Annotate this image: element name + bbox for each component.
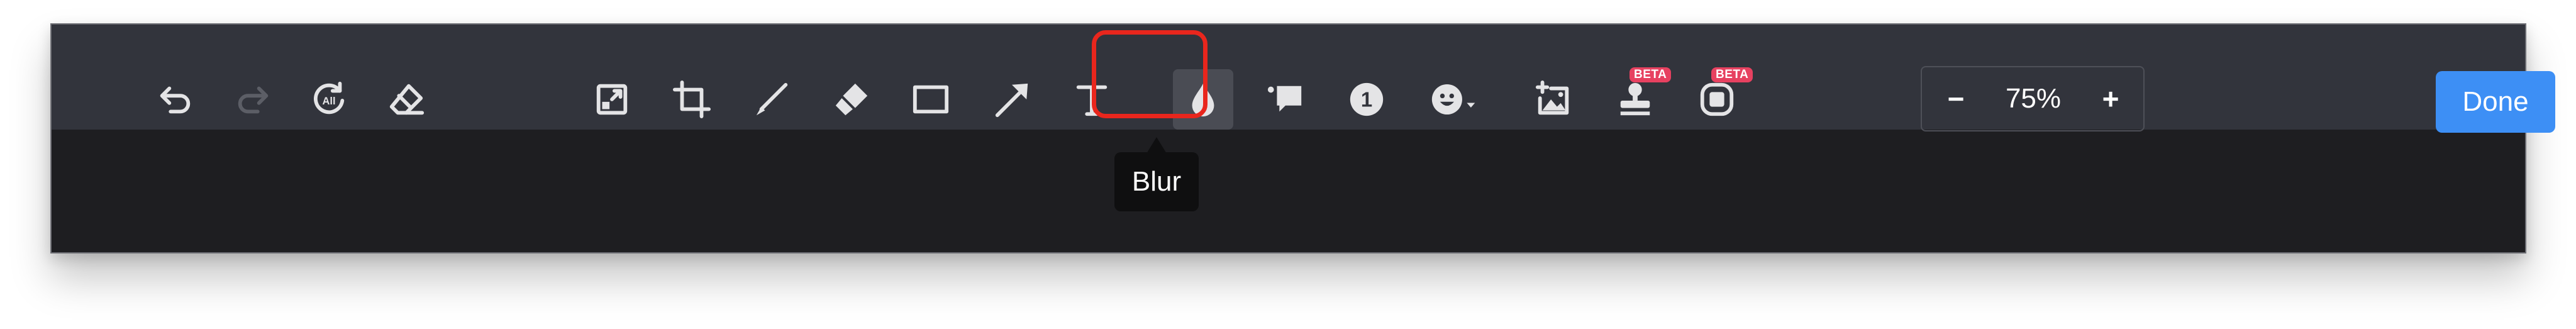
zoom-level: 75% [2005, 83, 2062, 114]
highlighter-button[interactable] [821, 69, 882, 130]
record-icon [1700, 82, 1734, 116]
eraser-button[interactable] [376, 69, 436, 130]
screenshot-editor-window: All 1 BETA BETA − 75% + Done [50, 23, 2555, 254]
revert-all-icon: All [313, 81, 345, 114]
arrow-button[interactable] [982, 69, 1042, 130]
done-button[interactable]: Done [2436, 71, 2555, 133]
add-image-button[interactable] [1523, 69, 1584, 130]
resize-icon [596, 84, 628, 115]
eraser-icon [389, 84, 425, 115]
blur-tooltip: Blur [1114, 152, 1199, 211]
step-number-button[interactable]: 1 [1336, 69, 1397, 130]
emoji-button[interactable] [1419, 69, 1489, 130]
zoom-out-button[interactable]: − [1937, 79, 1975, 119]
stamp-icon [1620, 82, 1650, 116]
highlighter-icon [835, 83, 868, 116]
resize-button[interactable] [582, 69, 642, 130]
pen-icon [756, 82, 788, 116]
callout-button[interactable] [1255, 69, 1316, 130]
undo-button[interactable] [145, 69, 206, 130]
smiley-icon [1431, 84, 1475, 115]
crop-icon [672, 80, 711, 119]
callout-icon [1267, 86, 1302, 112]
rectangle-button[interactable] [901, 69, 961, 130]
crop-button[interactable] [662, 69, 722, 130]
redo-icon [238, 86, 269, 114]
zoom-control: − 75% + [1921, 66, 2145, 131]
editor-toolbar: All 1 BETA BETA − 75% + Done [52, 25, 2555, 133]
blur-tool-highlight [1092, 30, 1208, 118]
tooltip-arrow [1146, 137, 1167, 153]
arrow-icon [995, 83, 1028, 118]
zoom-in-button[interactable]: + [2092, 79, 2129, 119]
record-beta-badge: BETA [1711, 67, 1753, 82]
revert-all-button[interactable]: All [299, 69, 359, 130]
number-1-icon: 1 [1350, 82, 1384, 116]
undo-icon [160, 86, 191, 114]
rectangle-icon [913, 85, 949, 114]
stamp-beta-badge: BETA [1629, 67, 1672, 82]
step-number-label: 1 [1361, 88, 1372, 111]
canvas-area [52, 130, 2525, 252]
image-plus-icon [1535, 80, 1569, 115]
pen-button[interactable] [742, 69, 802, 130]
redo-button[interactable] [223, 69, 283, 130]
revert-all-badge: All [322, 96, 335, 107]
